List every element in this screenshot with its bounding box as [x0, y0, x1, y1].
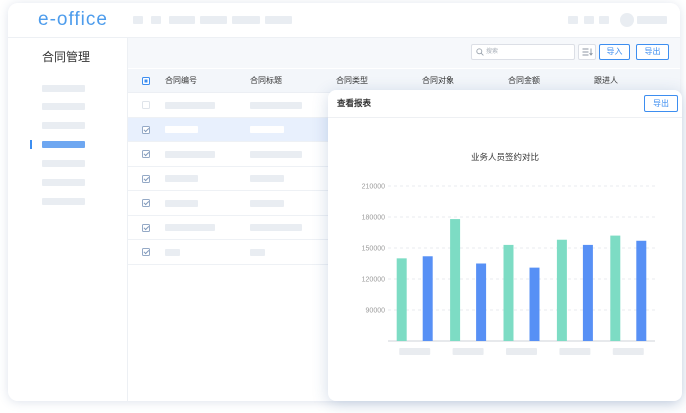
app-logo: e-office [38, 9, 108, 30]
sidebar-item[interactable] [42, 160, 85, 167]
bar-series-1 [610, 235, 621, 341]
search-input[interactable] [486, 45, 570, 59]
column-header[interactable]: 合同对象 [422, 69, 454, 92]
bar-series-2 [582, 244, 593, 341]
cell-placeholder [250, 248, 265, 256]
x-tick-label-placeholder [612, 348, 644, 355]
report-panel: 查看报表 导出 业务人员签约对比 210000 180000 150000 12000… [328, 90, 682, 401]
top-action-icon-placeholder[interactable] [568, 16, 578, 24]
sidebar-item[interactable] [42, 198, 85, 205]
user-name-placeholder[interactable] [637, 16, 667, 24]
bar-series-1 [556, 239, 567, 341]
filter-icon [582, 48, 593, 56]
top-nav-item-placeholder[interactable] [200, 16, 227, 24]
top-nav-icon-placeholder[interactable] [133, 16, 143, 24]
y-tick-label: 210000 [362, 183, 385, 190]
y-tick-label: 180000 [362, 214, 385, 221]
top-nav-item-placeholder[interactable] [232, 16, 260, 24]
top-action-icon-placeholder[interactable] [599, 16, 609, 24]
row-checkbox[interactable] [142, 150, 150, 158]
filter-button[interactable] [578, 44, 596, 60]
sidebar-item[interactable] [42, 141, 85, 148]
cell-placeholder [165, 126, 198, 133]
bar-series-2 [529, 267, 540, 341]
x-tick-label-placeholder [506, 348, 537, 355]
select-all-checkbox[interactable] [142, 76, 150, 85]
y-tick-label: 120000 [362, 276, 385, 283]
avatar[interactable] [620, 13, 634, 27]
sidebar-item[interactable] [42, 122, 85, 129]
cell-placeholder [165, 175, 198, 182]
x-tick-label-placeholder [452, 348, 484, 355]
top-nav-item-placeholder[interactable] [169, 16, 195, 24]
bar-series-1 [396, 258, 407, 341]
report-panel-title: 查看报表 [337, 98, 372, 108]
cell-placeholder [250, 126, 284, 133]
cell-placeholder [165, 248, 180, 256]
row-checkbox[interactable] [142, 199, 150, 207]
search-box[interactable] [471, 44, 575, 60]
x-tick-label-placeholder [399, 348, 431, 355]
export-button[interactable]: 导出 [636, 44, 669, 60]
top-bar: e-office [8, 3, 680, 38]
bar-series-2 [422, 256, 433, 341]
cell-placeholder [250, 101, 302, 109]
cell-placeholder [250, 199, 284, 207]
bar-chart: 业务人员签约对比 210000 180000 150000 120000 90000 [362, 152, 655, 355]
cell-placeholder [250, 175, 284, 182]
sidebar-item[interactable] [42, 85, 85, 92]
y-tick-label: 90000 [366, 307, 386, 314]
column-header[interactable]: 跟进人 [594, 69, 618, 92]
x-tick-label-placeholder [559, 348, 591, 355]
bar-series-2 [636, 240, 647, 341]
bar-series-2 [476, 263, 487, 341]
search-icon [476, 48, 484, 56]
cell-placeholder [165, 150, 215, 158]
cell-placeholder [250, 150, 302, 158]
cell-placeholder [165, 101, 215, 109]
row-checkbox[interactable] [142, 223, 150, 232]
chart-title: 业务人员签约对比 [471, 152, 539, 162]
report-export-button[interactable]: 导出 [644, 95, 678, 112]
top-nav-icon-placeholder[interactable] [151, 16, 161, 24]
y-tick-label: 150000 [362, 245, 385, 252]
sidebar-active-indicator [30, 140, 32, 149]
toolbar: 导入 导出 [128, 38, 680, 68]
sidebar-title: 合同管理 [42, 50, 91, 64]
column-header[interactable]: 合同编号 [165, 69, 197, 92]
column-header[interactable]: 合同类型 [336, 69, 368, 92]
row-checkbox[interactable] [142, 174, 150, 183]
bar-series-1 [450, 219, 461, 341]
cell-placeholder [165, 224, 215, 231]
sidebar-item[interactable] [42, 103, 85, 110]
cell-placeholder [165, 199, 198, 207]
bar-series-1 [503, 244, 514, 341]
sidebar: 合同管理 [8, 38, 128, 401]
column-header[interactable]: 合同金额 [508, 69, 540, 92]
row-checkbox[interactable] [142, 248, 150, 256]
column-header[interactable]: 合同标题 [250, 69, 282, 92]
top-action-icon-placeholder[interactable] [584, 16, 594, 24]
import-button[interactable]: 导入 [599, 44, 630, 60]
cell-placeholder [250, 224, 302, 231]
top-nav-item-placeholder[interactable] [265, 16, 292, 24]
row-checkbox[interactable] [142, 101, 150, 109]
sidebar-item[interactable] [42, 179, 85, 186]
row-checkbox[interactable] [142, 125, 150, 134]
